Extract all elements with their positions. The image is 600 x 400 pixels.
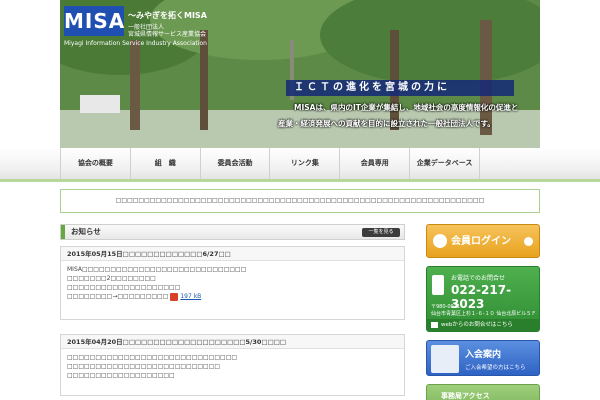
member-login-label: 会員ログイン	[451, 236, 511, 247]
pdf-download-link[interactable]: 197 kB	[180, 293, 201, 300]
description-line-1: MISAは、県内のIT企業が集結し、地域社会の高度情報化の促進と	[294, 103, 519, 112]
news-item: 2015年05月15日□□□□□□□□□□□□□6/27□□ MISA□□□□□…	[60, 246, 405, 320]
main-nav: 協会の概要 組 織 委員会活動 リンク集 会員専用 企業データベース	[0, 148, 600, 182]
nav-item-about[interactable]: 協会の概要	[60, 148, 131, 179]
join-subtitle: ご入会希望の方はこちら	[465, 365, 526, 371]
nav-item-members[interactable]: 会員専用	[340, 148, 411, 179]
news-line: □□□□□□□□→□□□□□□□□□	[67, 293, 169, 300]
news-item: 2015年04月20日□□□□□□□□□□□□□□□□□□□□5/30□□□□ …	[60, 334, 405, 396]
member-login-button[interactable]: 会員ログイン	[426, 224, 540, 258]
nav-item-company-db[interactable]: 企業データベース	[410, 148, 480, 179]
zip-code: 〒980-0011	[431, 304, 461, 310]
news-line-with-attachment: □□□□□□□□→□□□□□□□□□ 197 kB	[67, 292, 398, 301]
join-button[interactable]: 入会案内 ご入会希望の方はこちら	[426, 340, 540, 376]
news-title: お知らせ	[71, 227, 101, 236]
news-line: □□□□□□□□□□□□□□□□□□□	[67, 372, 175, 379]
mail-icon	[431, 322, 438, 328]
nav-list: 協会の概要 組 織 委員会活動 リンク集 会員専用 企業データベース	[60, 148, 480, 179]
news-line: MISA□□□□□□□□□□□□□□□□□□□□□□□□□□□□□	[67, 266, 247, 273]
news-item-title[interactable]: 2015年05月15日□□□□□□□□□□□□□6/27□□	[61, 247, 404, 261]
header-tagline: ～みやぎを拓くMISA	[128, 11, 207, 20]
news-item-body: □□□□□□□□□□□□□□□□□□□□□□□□□□□□□□ □□□□□□□□□…	[61, 349, 404, 384]
pdf-icon	[170, 292, 179, 301]
news-header: お知らせ 一覧を見る	[60, 224, 405, 240]
news-line: □□□□□□□□□□□□□□□□□□□□	[67, 284, 181, 291]
description-line-2: 産業・経済発展への貢献を目的に設立された一般社団法人です。	[278, 119, 495, 128]
tel-label: お電話でのお問合せ	[451, 275, 506, 282]
address: 仙台市青葉区上杉１-６-１０ 仙台北辰ビル５Ｆ	[431, 311, 537, 317]
news-item-title[interactable]: 2015年04月20日□□□□□□□□□□□□□□□□□□□□5/30□□□□	[61, 335, 404, 349]
notice-bar: □□□□□□□□□□□□□□□□□□□□□□□□□□□□□□□□□□□□□□□□…	[60, 189, 540, 213]
org-name-en: Miyagi Information Service Industry Asso…	[64, 40, 207, 47]
news-line: □□□□□□□□□□□□□□□□□□□□□□□□□□□	[67, 363, 221, 370]
key-icon	[433, 234, 447, 248]
web-contact-link[interactable]: webからのお問合せはこちら	[427, 319, 539, 331]
application-form-icon	[431, 345, 459, 373]
nav-item-organization[interactable]: 組 織	[131, 148, 201, 179]
phone-icon	[432, 275, 444, 295]
arrow-right-icon	[524, 237, 533, 246]
news-item-body: MISA□□□□□□□□□□□□□□□□□□□□□□□□□□□□□ □□□□□□…	[61, 261, 404, 305]
contact-box: お電話でのお問合せ 022-217-3023 〒980-0011 仙台市青葉区上…	[426, 266, 540, 332]
office-access-button[interactable]: 事務局アクセス	[426, 384, 540, 400]
header-banner: MISA ～みやぎを拓くMISA 一般社団法人 宮城県情報サービス産業協会 Mi…	[60, 0, 540, 148]
org-name-jp: 宮城県情報サービス産業協会	[128, 31, 207, 38]
news-more-button[interactable]: 一覧を見る	[362, 228, 400, 237]
nav-item-links[interactable]: リンク集	[270, 148, 341, 179]
office-access-title: 事務局アクセス	[441, 392, 490, 400]
news-line: □□□□□□□□□□□□□□□□□□□□□□□□□□□□□□	[67, 354, 238, 361]
news-line: □□□□□□□2□□□□□□□□	[67, 275, 156, 282]
news-header-accent	[61, 225, 65, 239]
join-title: 入会案内	[465, 350, 502, 360]
misa-logo[interactable]: MISA	[64, 6, 124, 36]
catchphrase: ＩＣＴの進化を宮城の力に	[286, 80, 514, 96]
tel-number[interactable]: 022-217-3023	[451, 283, 539, 311]
nav-item-committee[interactable]: 委員会活動	[201, 148, 271, 179]
